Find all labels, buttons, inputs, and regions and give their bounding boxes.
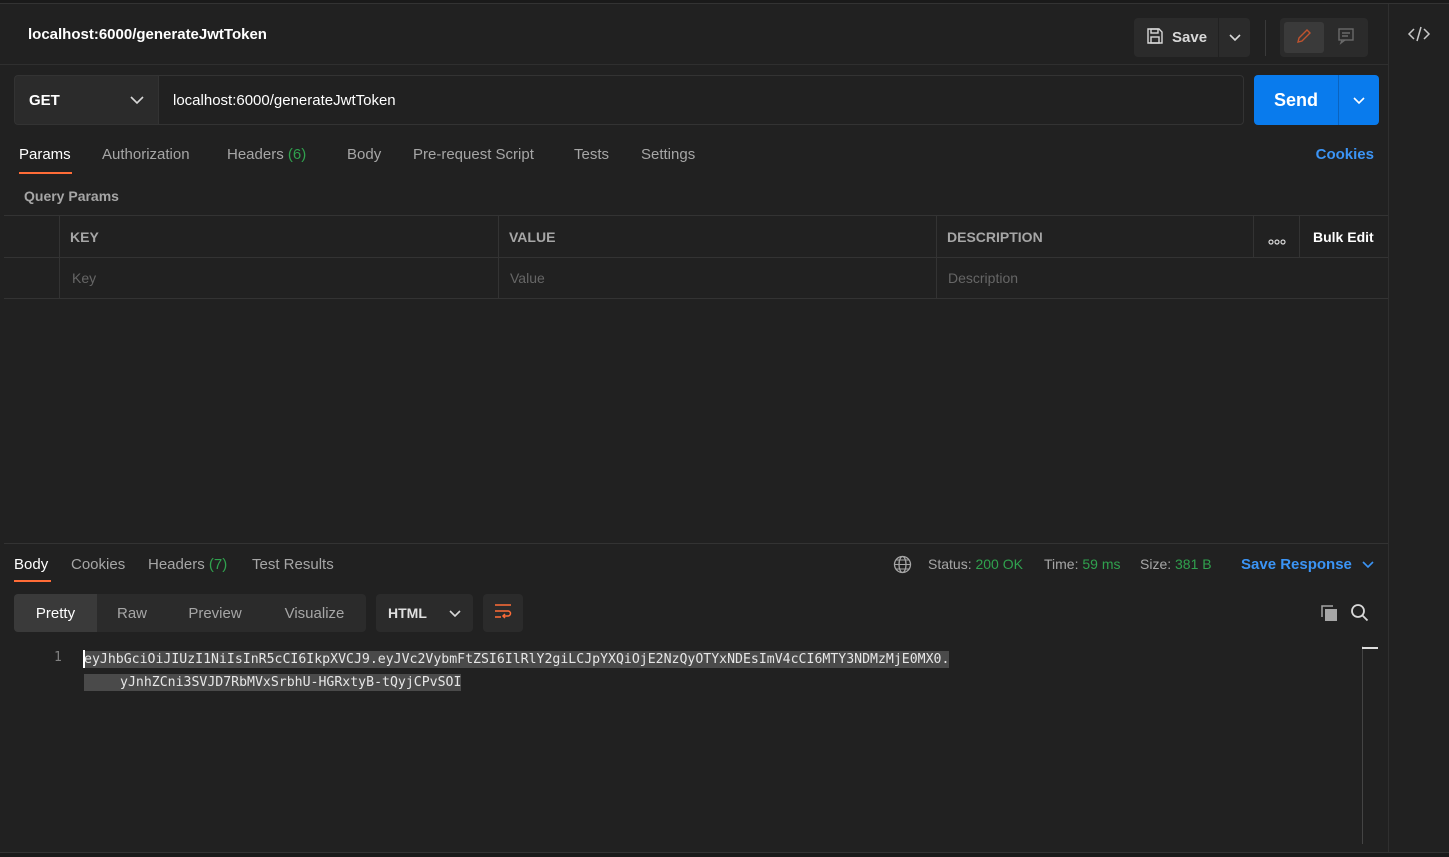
code-icon[interactable] [1407,24,1431,48]
send-group: Send [1254,75,1379,125]
edit-comment-group [1280,18,1368,57]
tab-pre-request-script[interactable]: Pre-request Script [413,146,534,163]
format-select[interactable]: HTML [376,594,473,632]
column-divider [1253,216,1254,258]
tab-headers-label: Headers [227,146,284,163]
right-sidebar [1388,4,1449,857]
response-tab-cookies[interactable]: Cookies [71,556,125,573]
response-body-line-2: yJnhZCni3SVJD7RbMVxSrbhU-HGRxtyB-tQyjCPv… [84,674,462,691]
active-tab-indicator [19,172,72,174]
column-divider [59,216,60,299]
url-text: localhost:6000/generateJwtToken [173,91,396,109]
edit-button[interactable] [1284,22,1324,53]
view-pretty-button[interactable]: Pretty [14,594,97,632]
request-title[interactable]: localhost:6000/generateJwtToken [28,26,267,43]
editor-scrollbar[interactable] [1362,646,1363,844]
tab-authorization[interactable]: Authorization [102,146,190,163]
tab-params[interactable]: Params [19,146,71,163]
active-response-tab-indicator [14,580,51,582]
url-input[interactable]: localhost:6000/generateJwtToken [158,75,1244,125]
method-label: GET [29,91,60,109]
response-body[interactable]: eyJhbGciOiJIUzI1NiIsInR5cCI6IkpXVCJ9.eyJ… [84,648,950,694]
view-preview-button[interactable]: Preview [167,594,263,632]
header-divider [1265,20,1266,56]
line-number: 1 [54,650,62,665]
tab-headers[interactable]: Headers (6) [227,146,306,163]
save-button[interactable]: Save [1134,18,1218,57]
chevron-down-icon [1228,29,1241,46]
view-visualize-button[interactable]: Visualize [263,594,366,632]
column-description: DESCRIPTION [947,229,1043,245]
column-divider [1299,216,1300,258]
save-response-button[interactable]: Save Response [1241,556,1374,573]
chevron-down-icon [1362,556,1374,573]
view-raw-button[interactable]: Raw [97,594,167,632]
column-divider [498,216,499,299]
request-header: localhost:6000/generateJwtToken Save [0,4,1388,65]
chevron-down-icon [1353,92,1365,109]
copy-icon[interactable] [1319,603,1339,627]
pencil-icon [1295,27,1313,49]
response-editor[interactable]: 1 eyJhbGciOiJIUzI1NiIsInR5cCI6IkpXVCJ9.e… [4,644,1388,857]
comment-button[interactable] [1326,22,1366,53]
bulk-edit-button[interactable]: Bulk Edit [1313,229,1374,245]
status-value: 200 OK [975,556,1023,572]
format-label: HTML [388,605,427,621]
response-tab-test-results[interactable]: Test Results [252,556,334,573]
column-divider [936,216,937,299]
time-value: 59 ms [1082,556,1121,572]
cookies-link[interactable]: Cookies [1316,146,1374,163]
response-body-line-1: eyJhbGciOiJIUzI1NiIsInR5cCI6IkpXVCJ9.eyJ… [84,651,950,668]
key-input[interactable]: Key [72,270,96,286]
save-dropdown-button[interactable] [1219,18,1250,57]
chevron-down-icon [130,92,144,109]
search-icon[interactable] [1350,603,1370,627]
query-params-title: Query Params [24,188,119,204]
time-label: Time: [1044,556,1079,572]
description-input[interactable]: Description [948,270,1018,286]
tab-settings[interactable]: Settings [641,146,695,163]
save-response-label: Save Response [1241,556,1352,573]
send-button[interactable]: Send [1254,75,1338,125]
more-options-icon[interactable] [1268,233,1286,250]
save-icon [1146,27,1164,49]
size-info: Size: 381 B [1140,556,1212,572]
comment-icon [1337,27,1355,49]
status-label: Status: [928,556,972,572]
response-headers-count: (7) [208,556,228,573]
save-label: Save [1172,29,1208,46]
params-table: KEY VALUE DESCRIPTION Bulk Edit Key Valu… [4,215,1388,299]
globe-icon[interactable] [893,555,912,578]
column-value: VALUE [509,229,556,245]
size-label: Size: [1140,556,1172,572]
wrap-lines-icon [493,603,513,623]
response-tab-body[interactable]: Body [14,556,48,573]
send-dropdown-button[interactable] [1339,75,1379,125]
column-key: KEY [70,229,99,245]
time-info: Time: 59 ms [1044,556,1121,572]
text-cursor [83,650,85,668]
scrollbar-thumb[interactable] [1362,647,1378,649]
response-headers-label: Headers [148,556,205,573]
status-info: Status: 200 OK [928,556,1023,572]
tab-body[interactable]: Body [347,146,381,163]
value-input[interactable]: Value [510,270,545,286]
response-divider [4,543,1388,544]
size-value: 381 B [1175,556,1212,572]
response-tab-headers[interactable]: Headers (7) [148,556,227,573]
status-bar [0,852,1449,857]
tab-tests[interactable]: Tests [574,146,609,163]
save-group: Save [1134,18,1250,57]
chevron-down-icon [449,605,461,621]
headers-count: (6) [287,146,307,163]
table-header [4,216,1388,258]
wrap-lines-button[interactable] [483,594,523,632]
view-mode-group: Pretty Raw Preview Visualize [14,594,366,632]
request-tabs: Params Authorization Headers (6) Body Pr… [0,135,1388,175]
